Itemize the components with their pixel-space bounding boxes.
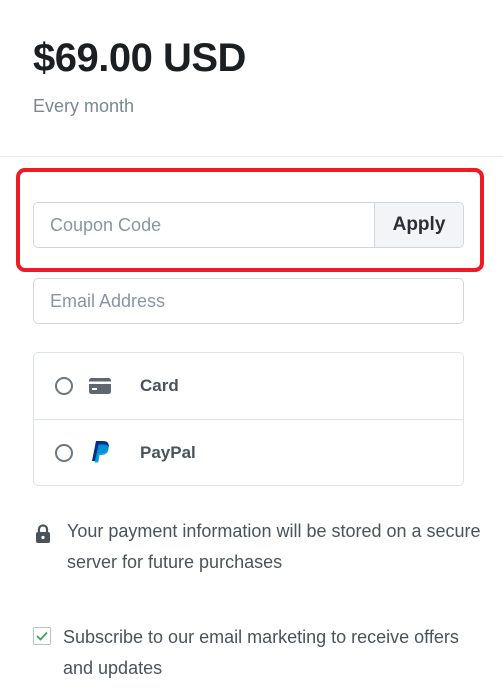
billing-period: Every month bbox=[33, 96, 135, 116]
payment-option-paypal[interactable]: PayPal bbox=[34, 419, 463, 486]
payment-option-label: Card bbox=[140, 376, 179, 395]
subscribe-label: Subscribe to our email marketing to rece… bbox=[63, 627, 459, 678]
payment-option-label: PayPal bbox=[140, 443, 196, 462]
paypal-icon bbox=[88, 441, 112, 465]
subscribe-checkbox[interactable] bbox=[33, 627, 51, 645]
price-amount: $69.00 USD bbox=[33, 36, 246, 80]
divider bbox=[0, 156, 503, 157]
paypal-radio[interactable] bbox=[55, 444, 73, 462]
coupon-field-group: Apply bbox=[33, 202, 464, 248]
payment-option-card[interactable]: Card bbox=[34, 353, 463, 419]
lock-icon bbox=[35, 524, 51, 544]
credit-card-icon bbox=[88, 374, 112, 398]
coupon-code-input[interactable] bbox=[34, 203, 374, 247]
email-address-input[interactable] bbox=[33, 278, 464, 324]
secure-note-text: Your payment information will be stored … bbox=[67, 521, 481, 572]
apply-coupon-button[interactable]: Apply bbox=[374, 203, 463, 247]
card-radio[interactable] bbox=[55, 377, 73, 395]
payment-method-list: Card PayPal bbox=[33, 352, 464, 486]
checkmark-icon bbox=[36, 631, 48, 641]
